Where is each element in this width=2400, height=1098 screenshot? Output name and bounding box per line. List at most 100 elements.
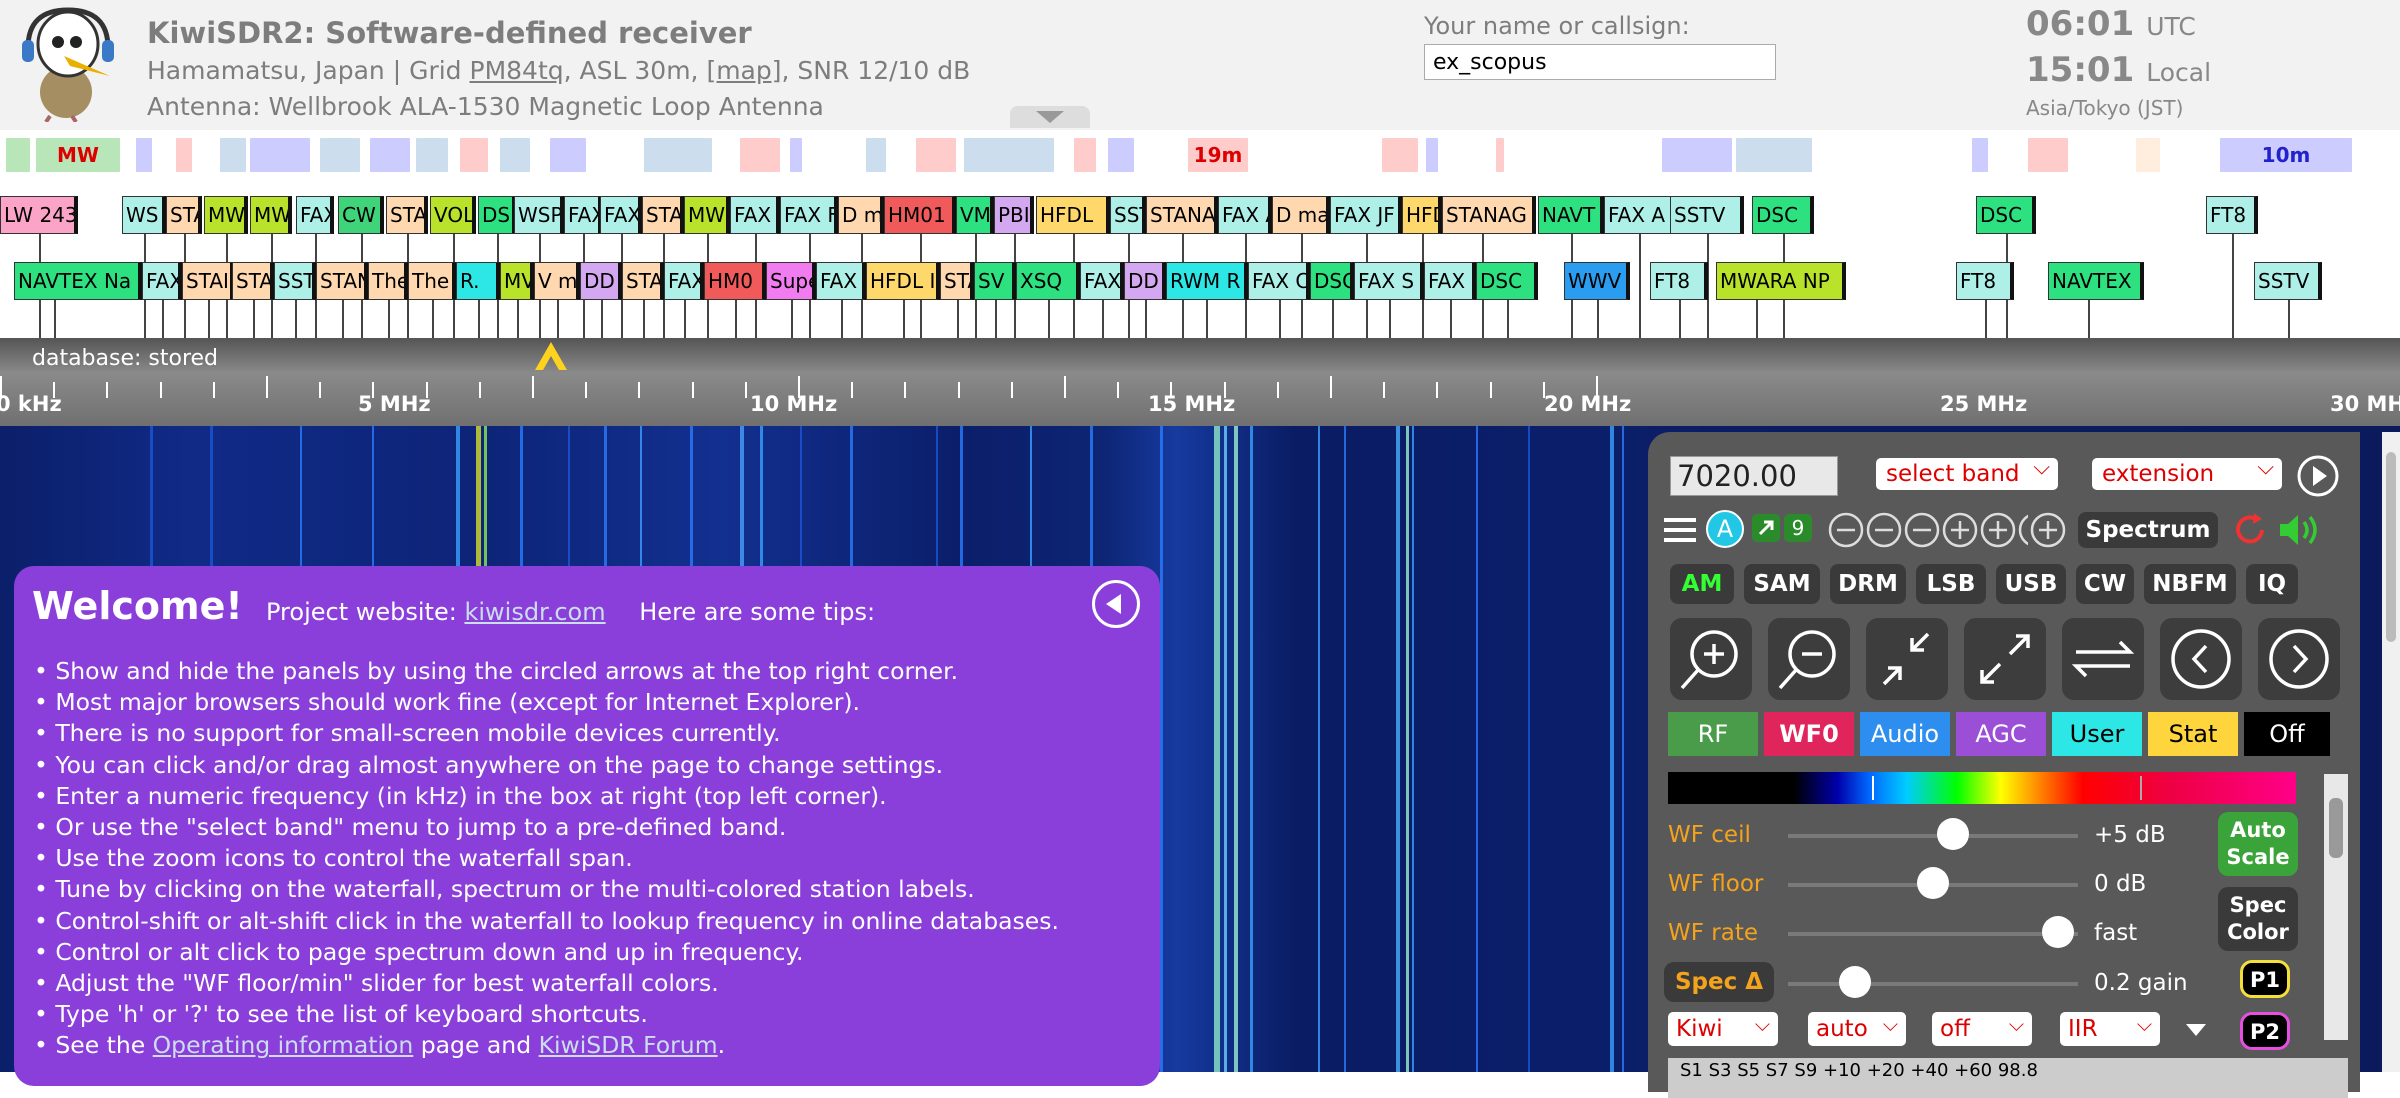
band-segment[interactable] [370,138,410,172]
station-label[interactable]: R. [456,262,500,300]
iir-dropdown[interactable]: IIR [2060,1007,2160,1046]
band-segment[interactable] [6,138,30,172]
station-label[interactable]: FAX C [1248,262,1310,300]
zoom-max-out-button[interactable] [1964,618,2046,700]
volume-icon[interactable] [2276,510,2324,550]
station-label[interactable]: DD [580,262,622,300]
station-label[interactable]: STA [386,196,428,234]
station-label[interactable]: The [408,262,456,300]
zoom-out-button[interactable] [1768,618,1850,700]
refresh-icon[interactable] [2230,510,2270,550]
mode-cw-button[interactable]: CW [2076,564,2134,604]
forum-link[interactable]: KiwiSDR Forum [539,1031,718,1059]
station-label[interactable]: STA [232,262,274,300]
page-scrollbar[interactable] [2382,432,2400,1072]
station-label[interactable]: DSC [1476,262,1538,300]
station-label[interactable]: V m [534,262,580,300]
station-label[interactable]: D ma [1272,196,1330,234]
station-label[interactable]: FAX S [1354,262,1424,300]
external-link-icon[interactable] [1752,514,1780,542]
tab-rf[interactable]: RF [1668,712,1758,756]
mode-usb-button[interactable]: USB [1996,564,2066,604]
band-segment[interactable] [1074,138,1096,172]
wf-rate-slider[interactable] [1788,916,2078,948]
slider-knob[interactable] [1937,818,1970,850]
off-dropdown[interactable]: off [1932,1007,2032,1046]
menu-icon[interactable] [1662,512,1698,548]
band-segment[interactable] [1108,138,1134,172]
station-label[interactable]: RWM R [1166,262,1248,300]
station-label[interactable]: FAX [1424,262,1476,300]
station-label[interactable]: CW [338,196,384,234]
station-label[interactable]: DS [478,196,516,234]
mode-iq-button[interactable]: IQ [2246,564,2298,604]
wf-floor-slider[interactable] [1788,867,2078,899]
band-segment[interactable] [866,138,886,172]
station-label[interactable]: DSC [1752,196,1814,234]
slider-knob[interactable] [2041,916,2074,948]
zoom-band-button[interactable] [2062,618,2144,700]
band-segment[interactable] [1426,138,1438,172]
station-label[interactable]: FT8 [1650,262,1708,300]
band-segment[interactable] [964,138,1054,172]
station-labels[interactable]: LW 243WSSTAMWMWFAXCWSTAVOLDSWSPFAXFAXSTA… [0,182,2400,338]
tab-wf0[interactable]: WF0 [1764,712,1854,756]
station-label[interactable]: SSTV [2254,262,2322,300]
band-segment[interactable] [2028,138,2068,172]
band-segment[interactable] [644,138,712,172]
station-label[interactable]: MWARA NP [1716,262,1846,300]
colormap-max-marker[interactable] [2140,776,2142,800]
tab-agc[interactable]: AGC [1956,712,2046,756]
band-segment[interactable] [1736,138,1812,172]
wf-ceil-slider[interactable] [1788,818,2078,850]
zoom-in-button[interactable] [1670,618,1752,700]
band-segment[interactable] [176,138,192,172]
band-segment[interactable] [2136,138,2160,172]
mode-am-button[interactable]: AM [1670,564,1734,604]
band-segment[interactable] [416,138,448,172]
station-label[interactable]: PBI [994,196,1034,234]
slider-knob[interactable] [1917,867,1949,899]
station-label[interactable]: VOL [430,196,476,234]
station-label[interactable]: FAX JF [1330,196,1402,234]
preset-p2-button[interactable]: P2 [2240,1012,2290,1050]
band-segment[interactable] [1972,138,1988,172]
spec-color-button[interactable]: Spec Color [2218,887,2298,951]
collapse-header-toggle[interactable] [1010,106,1090,128]
operating-info-link[interactable]: Operating information [153,1031,414,1059]
spec-delta-button[interactable]: Spec Δ [1664,962,1774,1002]
station-label[interactable]: FAX [664,262,704,300]
station-label[interactable]: SV [974,262,1016,300]
band-segment[interactable] [460,138,488,172]
station-label[interactable]: STAN [316,262,368,300]
mode-drm-button[interactable]: DRM [1830,564,1906,604]
station-label[interactable]: SST [274,262,316,300]
station-label[interactable]: STANAG [1442,196,1536,234]
band-segment[interactable] [250,138,310,172]
tab-stat[interactable]: Stat [2148,712,2238,756]
station-label[interactable]: DD [1124,262,1166,300]
station-label[interactable]: DSC [1976,196,2036,234]
band-segment[interactable] [320,138,360,172]
zoom-step-icons[interactable] [1828,510,2028,550]
scroll-thumb[interactable] [2386,452,2396,642]
tuning-marker-icon[interactable] [533,340,569,372]
station-label[interactable]: WS [122,196,166,234]
band-segment[interactable] [916,138,956,172]
station-label[interactable]: STA [642,196,684,234]
mode-sam-button[interactable]: SAM [1744,564,1820,604]
band-segment[interactable] [550,138,586,172]
station-label[interactable]: XSQ [1016,262,1080,300]
chevron-down-icon[interactable] [2184,1020,2208,1040]
station-label[interactable]: HFDL I [866,262,940,300]
station-label[interactable]: SSTV [1670,196,1744,234]
band-segment[interactable] [136,138,152,172]
auto-dropdown[interactable]: auto [1808,1007,1906,1046]
band-segment[interactable] [1496,138,1504,172]
extension-dropdown[interactable]: extension [2092,452,2282,490]
spec-gain-slider[interactable] [1788,966,2078,998]
band-segment[interactable] [1382,138,1418,172]
kiwi-dropdown[interactable]: Kiwi [1668,1007,1778,1046]
station-label[interactable]: HFD [1402,196,1442,234]
station-label[interactable]: FAX [296,196,334,234]
